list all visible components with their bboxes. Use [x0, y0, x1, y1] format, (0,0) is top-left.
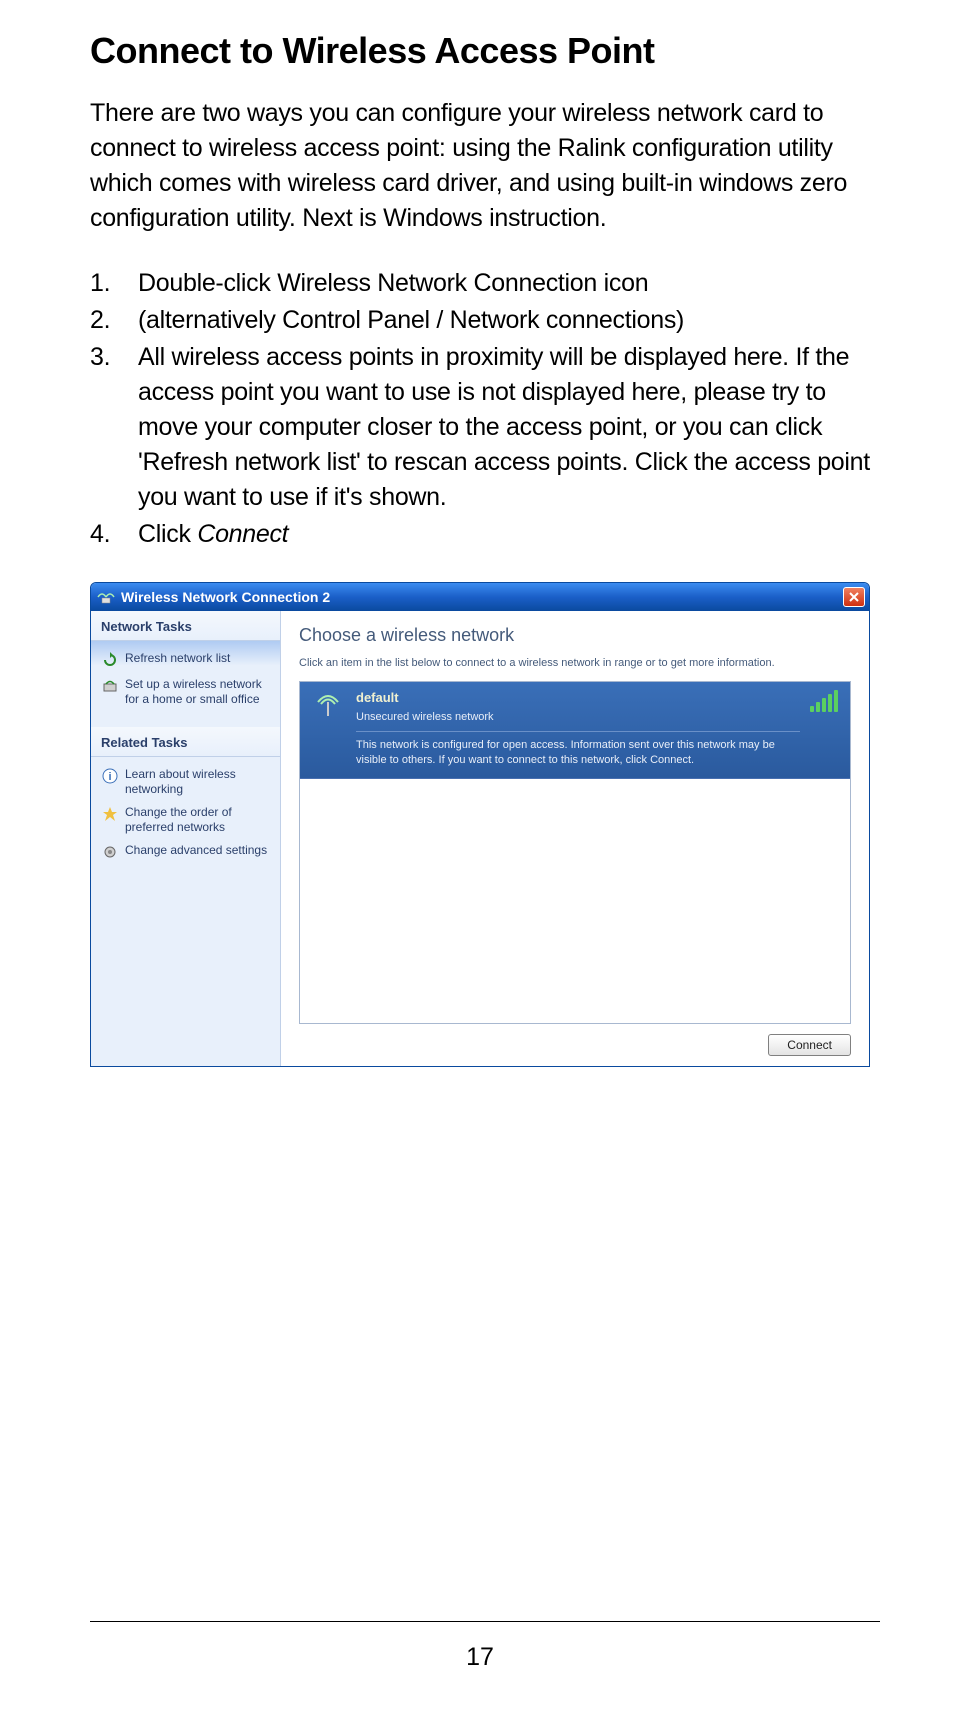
- signal-bars-icon: [810, 690, 840, 712]
- close-button[interactable]: [843, 587, 865, 607]
- main-panel: Choose a wireless network Click an item …: [281, 611, 869, 1066]
- sidebar-label-order: Change the order of preferred networks: [125, 805, 272, 835]
- sidebar-label-advanced: Change advanced settings: [125, 843, 267, 858]
- main-instruction: Click an item in the list below to conne…: [299, 656, 851, 671]
- sidebar-section-related: Related Tasks i Learn about wireless net…: [91, 727, 280, 875]
- window-body: Network Tasks Refresh network list Set u…: [91, 611, 869, 1066]
- intro-paragraph: There are two ways you can configure you…: [90, 96, 890, 236]
- page-number: 17: [0, 1643, 960, 1672]
- step-4-prefix: Click: [138, 520, 197, 548]
- sidebar-label-learn: Learn about wireless networking: [125, 767, 272, 797]
- antenna-icon: [310, 690, 346, 768]
- step-2-text: (alternatively Control Panel / Network c…: [138, 306, 684, 334]
- network-warning: This network is configured for open acce…: [356, 731, 800, 768]
- network-security: Unsecured wireless network: [356, 711, 800, 723]
- sidebar-item-advanced[interactable]: Change advanced settings: [99, 839, 274, 865]
- window-title: Wireless Network Connection 2: [121, 589, 843, 605]
- connect-button[interactable]: Connect: [768, 1034, 851, 1056]
- sidebar: Network Tasks Refresh network list Set u…: [91, 611, 281, 1066]
- sidebar-label-setup: Set up a wireless network for a home or …: [125, 677, 272, 707]
- refresh-icon: [101, 651, 119, 669]
- svg-text:i: i: [108, 771, 111, 783]
- footer-rule: [90, 1621, 880, 1622]
- step-4-emphasis: Connect: [197, 520, 288, 548]
- network-name: default: [356, 690, 800, 705]
- sidebar-item-learn[interactable]: i Learn about wireless networking: [99, 763, 274, 801]
- gear-icon: [101, 843, 119, 861]
- sidebar-section-tasks: Network Tasks Refresh network list Set u…: [91, 611, 280, 721]
- step-1: 1.Double-click Wireless Network Connecti…: [138, 266, 890, 301]
- sidebar-header-tasks: Network Tasks: [91, 611, 280, 641]
- wireless-icon: [97, 590, 115, 604]
- info-icon: i: [101, 767, 119, 785]
- step-3-text: All wireless access points in proximity …: [138, 343, 870, 511]
- step-1-text: Double-click Wireless Network Connection…: [138, 269, 648, 297]
- step-3: 3.All wireless access points in proximit…: [138, 340, 890, 515]
- instruction-list: 1.Double-click Wireless Network Connecti…: [90, 266, 890, 552]
- star-icon: [101, 805, 119, 823]
- page-heading: Connect to Wireless Access Point: [90, 30, 890, 72]
- network-item[interactable]: default Unsecured wireless network This …: [300, 682, 850, 779]
- step-2: 2.(alternatively Control Panel / Network…: [138, 303, 890, 338]
- main-heading: Choose a wireless network: [299, 625, 851, 646]
- sidebar-item-setup[interactable]: Set up a wireless network for a home or …: [99, 673, 274, 711]
- sidebar-item-refresh[interactable]: Refresh network list: [99, 647, 274, 673]
- sidebar-label-refresh: Refresh network list: [125, 651, 230, 666]
- titlebar[interactable]: Wireless Network Connection 2: [91, 583, 869, 611]
- sidebar-header-related: Related Tasks: [91, 727, 280, 757]
- network-list[interactable]: default Unsecured wireless network This …: [299, 681, 851, 1024]
- step-4: 4.Click Connect: [138, 517, 890, 552]
- xp-window: Wireless Network Connection 2 Network Ta…: [90, 582, 870, 1067]
- setup-icon: [101, 677, 119, 695]
- sidebar-item-order[interactable]: Change the order of preferred networks: [99, 801, 274, 839]
- close-icon: [849, 592, 859, 602]
